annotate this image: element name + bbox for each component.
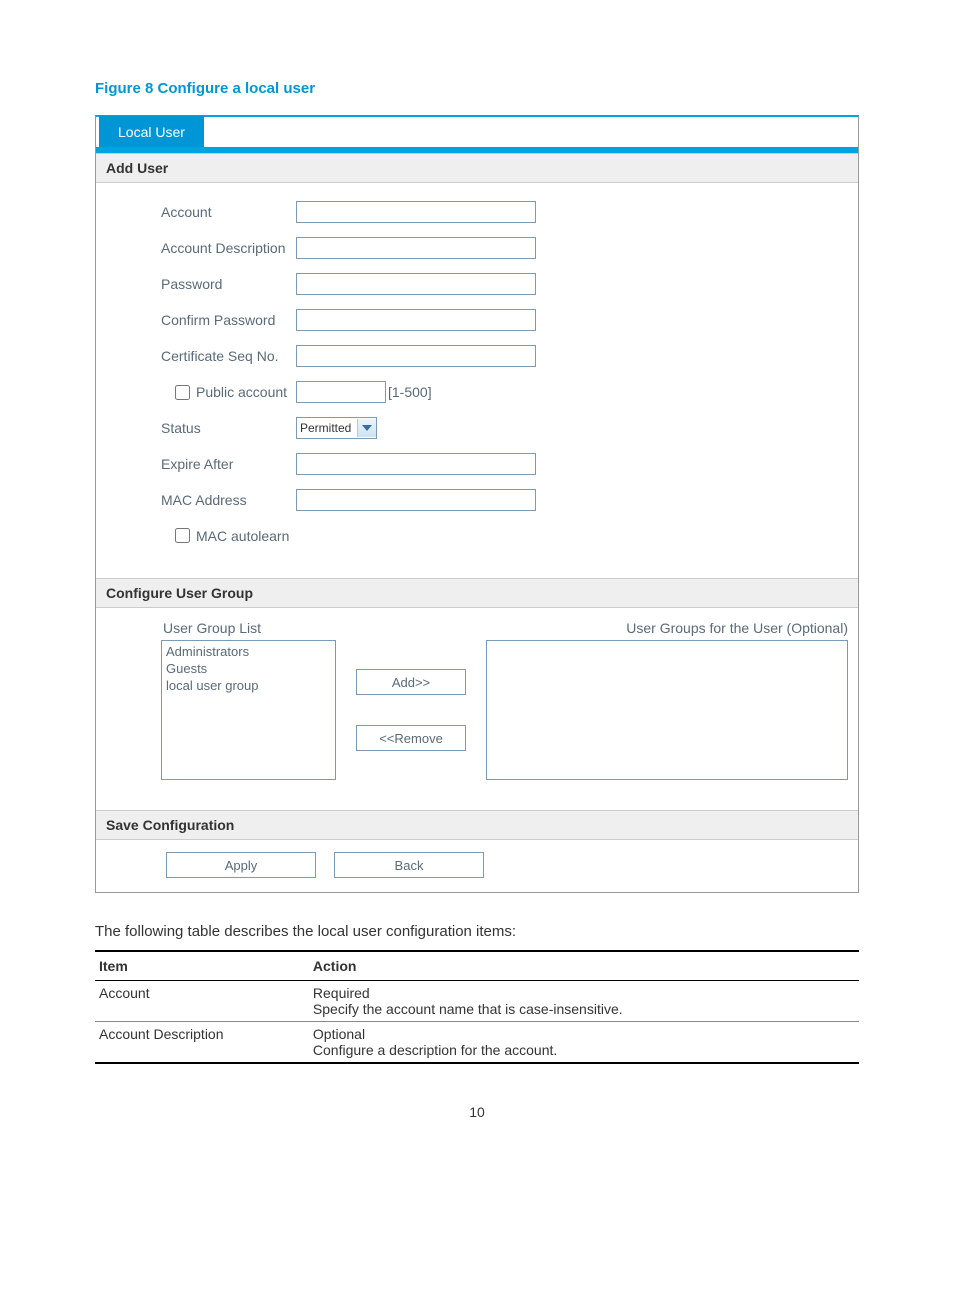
save-config-actions: Apply Back	[96, 840, 858, 892]
chevron-down-icon	[357, 419, 376, 437]
table-cell-line: Configure a description for the account.	[313, 1042, 855, 1058]
label-confirm-password: Confirm Password	[106, 312, 296, 328]
table-cell-item: Account	[95, 981, 309, 1022]
table-header-item: Item	[95, 951, 309, 981]
checkbox-public-account[interactable]	[175, 385, 190, 400]
select-status[interactable]: Permitted	[296, 417, 377, 439]
label-account: Account	[106, 204, 296, 220]
label-public-account: Public account	[196, 384, 287, 400]
checkbox-mac-autolearn[interactable]	[175, 528, 190, 543]
table-header-action: Action	[309, 951, 859, 981]
input-mac-address[interactable]	[296, 489, 536, 511]
table-cell-action: Optional Configure a description for the…	[309, 1022, 859, 1064]
label-cert-seq: Certificate Seq No.	[106, 348, 296, 364]
label-mac-autolearn: MAC autolearn	[196, 528, 289, 544]
input-password[interactable]	[296, 273, 536, 295]
listbox-available-groups[interactable]: Administrators Guests local user group	[161, 640, 336, 780]
input-public-account-range[interactable]	[296, 381, 386, 403]
apply-button[interactable]: Apply	[166, 852, 316, 878]
config-items-table: Item Action Account Required Specify the…	[95, 950, 859, 1064]
select-status-value: Permitted	[300, 421, 351, 435]
table-intro-text: The following table describes the local …	[95, 923, 859, 940]
label-user-group-list: User Group List	[161, 620, 336, 636]
page-number: 10	[95, 1104, 859, 1120]
add-group-button[interactable]: Add>>	[356, 669, 466, 695]
group-config-area: User Group List Administrators Guests lo…	[96, 608, 858, 810]
table-cell-line: Required	[313, 985, 855, 1001]
public-account-range-text: [1-500]	[388, 384, 432, 400]
input-cert-seq[interactable]	[296, 345, 536, 367]
input-expire-after[interactable]	[296, 453, 536, 475]
section-save-config-title: Save Configuration	[96, 810, 858, 840]
back-button[interactable]: Back	[334, 852, 484, 878]
input-account-description[interactable]	[296, 237, 536, 259]
table-row: Account Required Specify the account nam…	[95, 981, 859, 1022]
table-cell-line: Specify the account name that is case-in…	[313, 1001, 855, 1017]
table-cell-line: Optional	[313, 1026, 855, 1042]
list-item[interactable]: Administrators	[164, 643, 333, 660]
add-user-form: Account Account Description Password Con…	[96, 183, 858, 578]
label-password: Password	[106, 276, 296, 292]
listbox-assigned-groups[interactable]	[486, 640, 848, 780]
label-status: Status	[106, 420, 296, 436]
figure-caption: Figure 8 Configure a local user	[95, 80, 859, 97]
list-item[interactable]: Guests	[164, 660, 333, 677]
remove-group-button[interactable]: <<Remove	[356, 725, 466, 751]
config-panel: Local User Add User Account Account Desc…	[95, 115, 859, 893]
section-add-user-title: Add User	[96, 153, 858, 183]
list-item[interactable]: local user group	[164, 677, 333, 694]
label-mac-address: MAC Address	[106, 492, 296, 508]
label-user-groups-optional: User Groups for the User (Optional)	[486, 620, 848, 636]
table-cell-action: Required Specify the account name that i…	[309, 981, 859, 1022]
input-confirm-password[interactable]	[296, 309, 536, 331]
input-account[interactable]	[296, 201, 536, 223]
table-row: Account Description Optional Configure a…	[95, 1022, 859, 1064]
table-cell-item: Account Description	[95, 1022, 309, 1064]
label-expire-after: Expire After	[106, 456, 296, 472]
label-account-description: Account Description	[106, 240, 296, 256]
section-configure-group-title: Configure User Group	[96, 578, 858, 608]
tab-local-user[interactable]: Local User	[99, 116, 204, 147]
tab-bar: Local User	[96, 117, 858, 147]
